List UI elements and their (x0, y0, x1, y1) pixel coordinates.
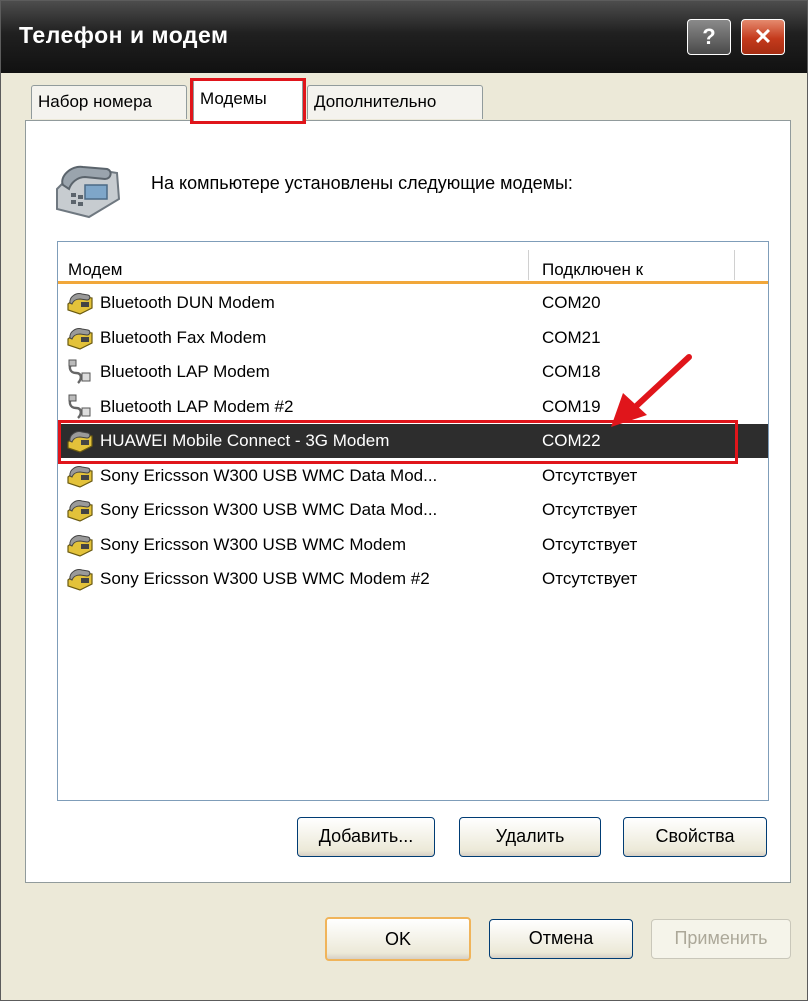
properties-button[interactable]: Свойства (623, 817, 767, 857)
modem-name: Sony Ericsson W300 USB WMC Data Mod... (100, 500, 438, 519)
modem-port: Отсутствует (542, 500, 638, 519)
modem-icon (66, 566, 94, 592)
modem-icon (66, 532, 94, 558)
modem-port: COM20 (542, 293, 601, 312)
remove-button[interactable]: Удалить (459, 817, 601, 857)
phone-icon (56, 165, 121, 219)
cable-icon (66, 359, 94, 385)
modem-port: COM18 (542, 362, 601, 381)
title-bar[interactable]: Телефон и модем ? ✕ (1, 1, 807, 73)
modem-icon (66, 325, 94, 351)
modem-name: Sony Ericsson W300 USB WMC Modem #2 (100, 569, 430, 588)
apply-button[interactable]: Применить (651, 919, 791, 959)
modem-port: COM22 (542, 431, 601, 450)
modem-name: Bluetooth LAP Modem #2 (100, 396, 294, 416)
column-port[interactable]: Подключен к (542, 242, 643, 281)
table-row[interactable]: Sony Ericsson W300 USB WMC Modem #2 Отсут… (58, 562, 768, 596)
tab-modems[interactable]: Модемы (193, 79, 303, 121)
modem-port: COM21 (542, 327, 601, 347)
help-button[interactable]: ? (687, 19, 731, 55)
intro-text: На компьютере установлены следующие моде… (151, 173, 573, 193)
modem-port: Отсутствует (542, 569, 638, 588)
modem-icon (66, 497, 94, 523)
cancel-button[interactable]: Отмена (489, 919, 633, 959)
modem-name: Bluetooth Fax Modem (100, 327, 267, 347)
modem-name: Bluetooth LAP Modem (100, 362, 270, 381)
red-arrow-annotation (611, 354, 692, 427)
add-button[interactable]: Добавить... (297, 817, 435, 857)
modem-port: COM19 (542, 396, 601, 416)
phone-modem-dialog: Телефон и модем ? ✕ Набор номера Модемы … (0, 0, 808, 1001)
ok-button[interactable]: OK (325, 917, 471, 961)
column-modem[interactable]: Модем (68, 242, 123, 281)
cable-icon (66, 394, 94, 420)
modem-icon (66, 428, 94, 454)
table-row[interactable]: Bluetooth Fax Modem COM21 (58, 321, 768, 355)
modem-icon (66, 463, 94, 489)
modem-port: Отсутствует (542, 465, 638, 485)
list-header: Модем Подключен к (58, 242, 768, 284)
modems-list[interactable]: Модем Подключен к Bluetooth DUN Modem COM… (57, 241, 769, 801)
modem-name: HUAWEI Mobile Connect - 3G Modem (100, 431, 390, 450)
modem-name: Sony Ericsson W300 USB WMC Data Mod... (100, 465, 438, 485)
table-row[interactable]: Sony Ericsson W300 USB WMC Modem Отсутств… (58, 528, 768, 562)
tab-dialing[interactable]: Набор номера (31, 85, 187, 119)
tab-advanced[interactable]: Дополнительно (307, 85, 483, 119)
column-separator[interactable] (528, 250, 529, 280)
modem-name: Bluetooth DUN Modem (100, 293, 275, 312)
modem-icon (66, 290, 94, 316)
modem-port: Отсутствует (542, 534, 638, 554)
modem-name: Sony Ericsson W300 USB WMC Modem (100, 534, 407, 554)
close-button[interactable]: ✕ (741, 19, 785, 55)
column-separator[interactable] (734, 250, 735, 280)
table-row[interactable]: Bluetooth DUN Modem COM20 (58, 286, 768, 320)
window-title: Телефон и модем (19, 22, 229, 48)
table-row[interactable]: Sony Ericsson W300 USB WMC Data Mod... От… (58, 493, 768, 527)
table-row[interactable]: Sony Ericsson W300 USB WMC Data Mod... От… (58, 459, 768, 493)
